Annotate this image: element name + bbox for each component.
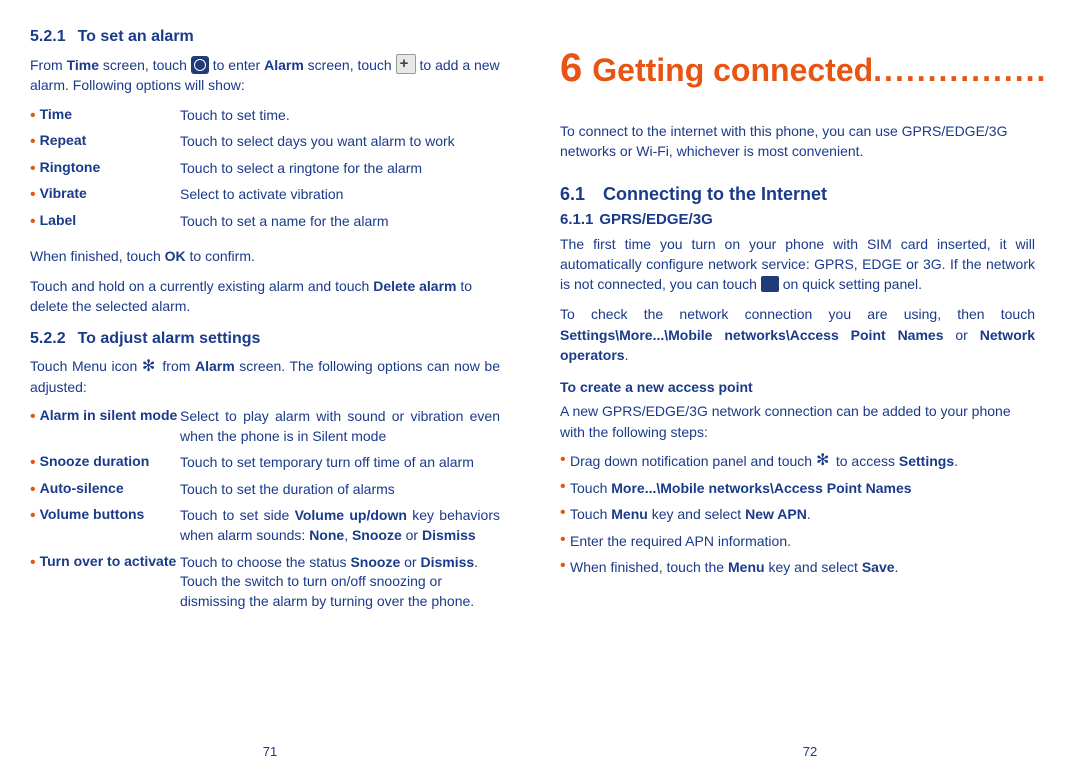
para-new-conn: A new GPRS/EDGE/3G network connection ca… <box>560 401 1035 442</box>
bullet-icon: • <box>560 532 570 552</box>
bullet-icon: • <box>30 408 36 425</box>
heading-521-title: To set an alarm <box>78 28 194 45</box>
heading-522-title: To adjust alarm settings <box>78 330 261 347</box>
para-adjust: Touch Menu icon from Alarm screen. The f… <box>30 356 500 397</box>
bullet-icon: • <box>30 213 36 230</box>
opt-row: •Vibrate Select to activate vibration <box>30 185 500 205</box>
bullet-icon: • <box>30 454 36 471</box>
bullet-icon: • <box>560 505 570 525</box>
heading-521-num: 5.2.1 <box>30 28 66 45</box>
heading-521: 5.2.1 To set an alarm <box>30 28 500 46</box>
opt-row: •Label Touch to set a name for the alarm <box>30 212 500 232</box>
opt-row: •Alarm in silent mode Select to play ala… <box>30 407 500 446</box>
list-item: • Drag down notification panel and touch… <box>560 452 1035 472</box>
para-delete: Touch and hold on a currently existing a… <box>30 276 500 317</box>
page-number-right: 72 <box>803 744 817 759</box>
opt-row: •Turn over to activate Touch to choose t… <box>30 553 500 612</box>
para-intro: To connect to the internet with this pho… <box>560 121 1035 162</box>
gear-icon <box>142 358 158 374</box>
bullet-icon: • <box>30 481 36 498</box>
opt-row: •Ringtone Touch to select a ringtone for… <box>30 159 500 179</box>
page-number-left: 71 <box>263 744 277 759</box>
bullet-icon: • <box>30 554 36 571</box>
opt-row: •Repeat Touch to select days you want al… <box>30 132 500 152</box>
bullet-icon: • <box>30 160 36 177</box>
bullet-icon: • <box>30 133 36 150</box>
bullet-icon: • <box>560 452 570 472</box>
opt-row: •Volume buttons Touch to set side Volume… <box>30 506 500 545</box>
list-item: • Enter the required APN information. <box>560 532 1035 552</box>
heading-61: 6.1Connecting to the Internet <box>560 184 1035 205</box>
heading-611: 6.1.1GPRS/EDGE/3G <box>560 211 1035 228</box>
bullet-icon: • <box>30 107 36 124</box>
opt-row: •Snooze duration Touch to set temporary … <box>30 453 500 473</box>
page-left: 5.2.1 To set an alarm From Time screen, t… <box>0 0 540 767</box>
list-item: • Touch Menu key and select New APN. <box>560 505 1035 525</box>
list-item: • Touch More...\Mobile networks\Access P… <box>560 479 1035 499</box>
chapter-dots: ................ <box>873 52 1047 89</box>
opt-row: •Auto-silence Touch to set the duration … <box>30 480 500 500</box>
opt-row: •Time Touch to set time. <box>30 106 500 126</box>
network-icon <box>761 276 779 292</box>
plus-icon <box>396 54 416 74</box>
bullet-icon: • <box>30 186 36 203</box>
para-check: To check the network connection you are … <box>560 304 1035 365</box>
subhead-new-apn: To create a new access point <box>560 379 1035 395</box>
para-confirm: When finished, touch OK to confirm. <box>30 246 500 266</box>
list-item: • When finished, touch the Menu key and … <box>560 558 1035 578</box>
bullet-icon: • <box>560 558 570 578</box>
para-gprs: The first time you turn on your phone wi… <box>560 234 1035 295</box>
clock-icon <box>191 56 209 74</box>
chapter-title: Getting connected <box>592 52 873 89</box>
chapter-number: 6 <box>560 46 582 91</box>
chapter-heading: 6 Getting connected................ <box>560 46 1035 91</box>
bullet-icon: • <box>560 479 570 499</box>
page-right: 6 Getting connected................ To c… <box>540 0 1080 767</box>
gear-icon <box>816 453 832 469</box>
heading-522: 5.2.2 To adjust alarm settings <box>30 330 500 348</box>
bullet-icon: • <box>30 507 36 524</box>
para-set-alarm: From Time screen, touch to enter Alarm s… <box>30 54 500 96</box>
heading-522-num: 5.2.2 <box>30 330 66 347</box>
